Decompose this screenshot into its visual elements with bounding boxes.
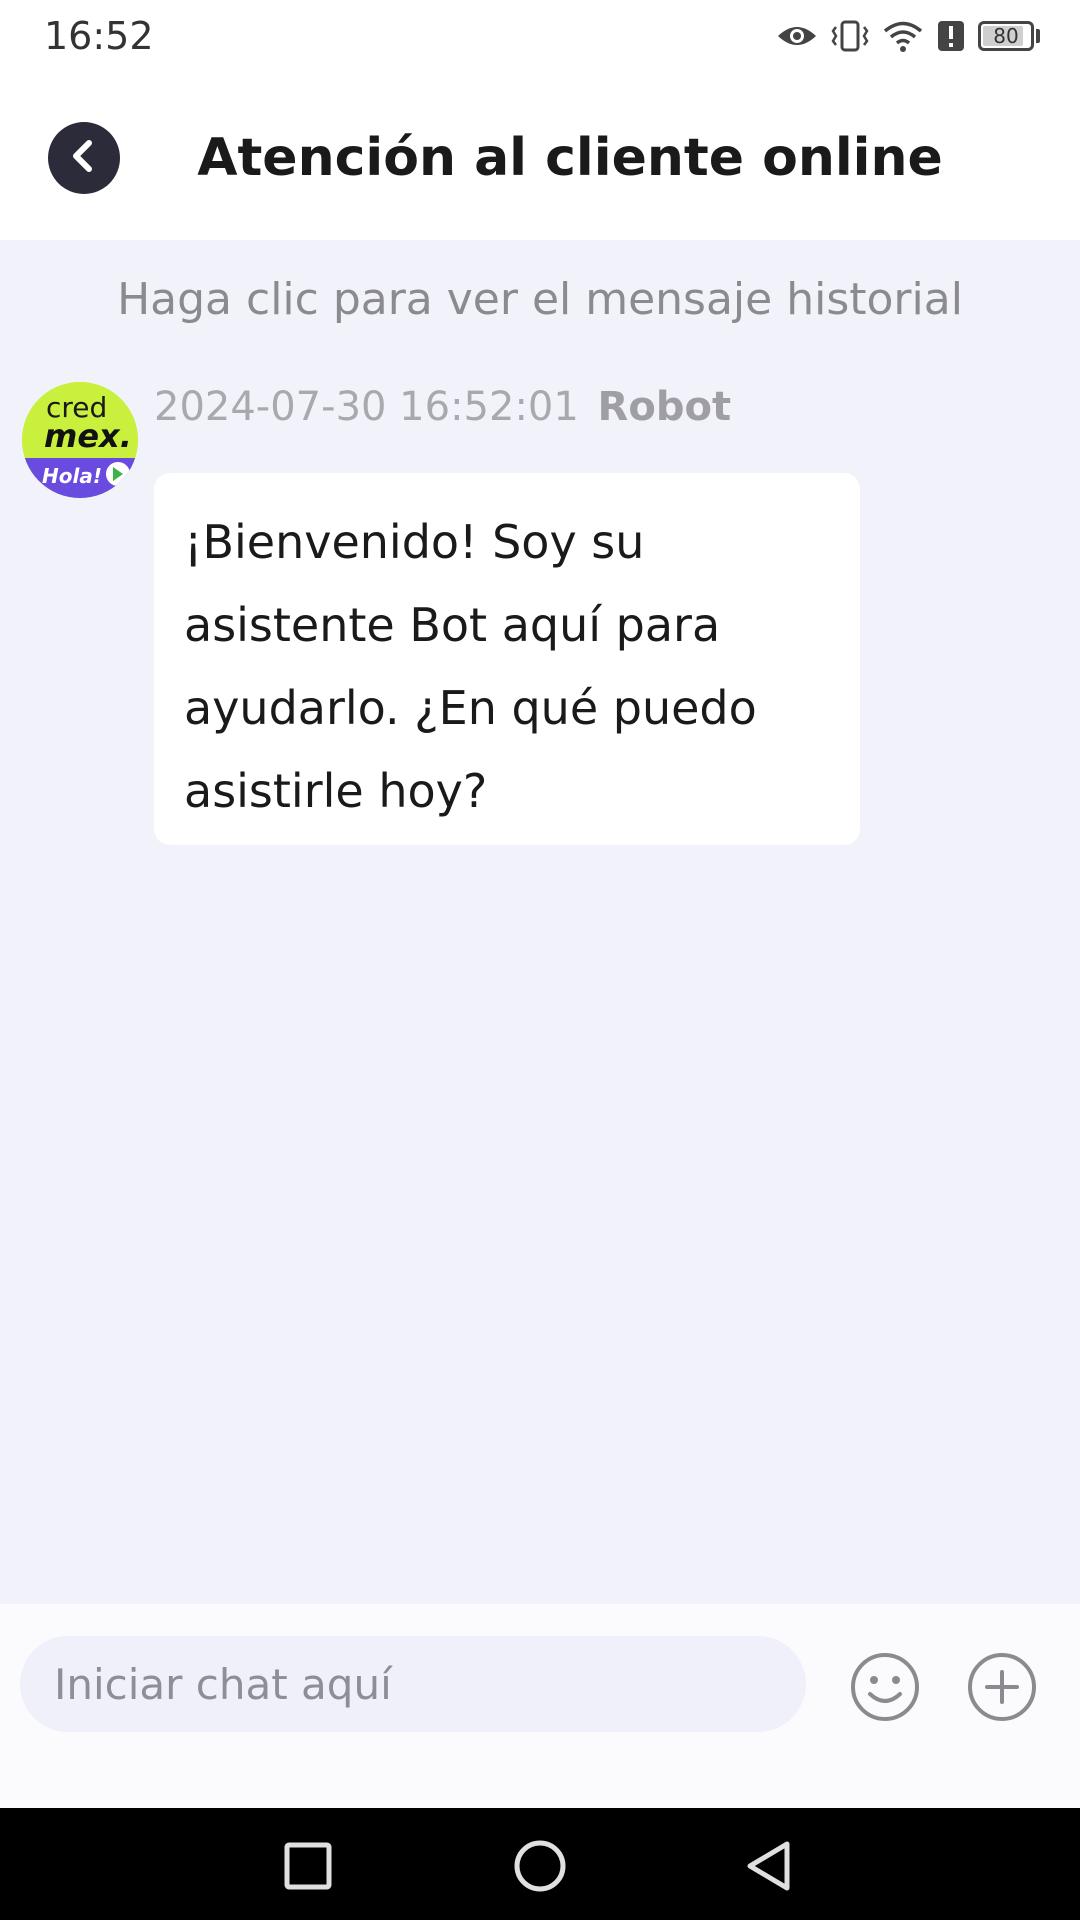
- emoji-button[interactable]: [850, 1652, 920, 1722]
- history-link[interactable]: Haga clic para ver el mensaje historial: [0, 274, 1080, 325]
- avatar[interactable]: cred mex. Hola!: [22, 382, 138, 498]
- wifi-icon: [882, 19, 924, 53]
- eye-icon: [776, 21, 818, 51]
- input-bar: [0, 1604, 1080, 1808]
- message-meta: 2024-07-30 16:52:01 Robot: [154, 384, 731, 430]
- battery-level: 80: [993, 24, 1019, 48]
- message-text: ¡Bienvenido! Soy su asistente Bot aquí p…: [184, 515, 757, 818]
- chat-input[interactable]: [20, 1636, 806, 1732]
- app-screen: 16:52 80 Atención al cliente online Haga…: [0, 0, 1080, 1920]
- message-bubble: ¡Bienvenido! Soy su asistente Bot aquí p…: [154, 473, 860, 845]
- home-button[interactable]: [512, 1838, 568, 1894]
- vibrate-icon: [830, 19, 870, 53]
- home-icon: [512, 1840, 568, 1898]
- battery-icon: 80: [978, 21, 1034, 51]
- message-sender: Robot: [597, 384, 732, 430]
- status-icons: 80: [776, 14, 1040, 58]
- avatar-logo-text: Hola!: [42, 464, 102, 488]
- status-bar: 16:52 80: [0, 0, 1080, 80]
- smiley-icon: [850, 1653, 920, 1726]
- message-timestamp: 2024-07-30 16:52:01: [154, 384, 579, 430]
- nav-bar: [0, 1808, 1080, 1920]
- avatar-logo-text: mex.: [44, 417, 132, 455]
- battery-cap: [1036, 29, 1040, 43]
- alert-icon: [936, 19, 966, 53]
- recents-icon: [280, 1842, 336, 1898]
- status-time: 16:52: [44, 14, 154, 58]
- page-title: Atención al cliente online: [197, 128, 943, 188]
- back-nav-button[interactable]: [742, 1838, 798, 1894]
- back-icon: [742, 1841, 798, 1898]
- plus-circle-icon: [967, 1653, 1037, 1726]
- recents-button[interactable]: [280, 1838, 336, 1894]
- avatar-logo-top: cred mex.: [22, 382, 138, 458]
- plus-button[interactable]: [967, 1652, 1037, 1722]
- play-badge-icon: [106, 462, 130, 486]
- header: Atención al cliente online: [0, 80, 1080, 240]
- chat-area[interactable]: Haga clic para ver el mensaje historial …: [0, 240, 1080, 1604]
- avatar-logo-bottom: Hola!: [22, 458, 138, 498]
